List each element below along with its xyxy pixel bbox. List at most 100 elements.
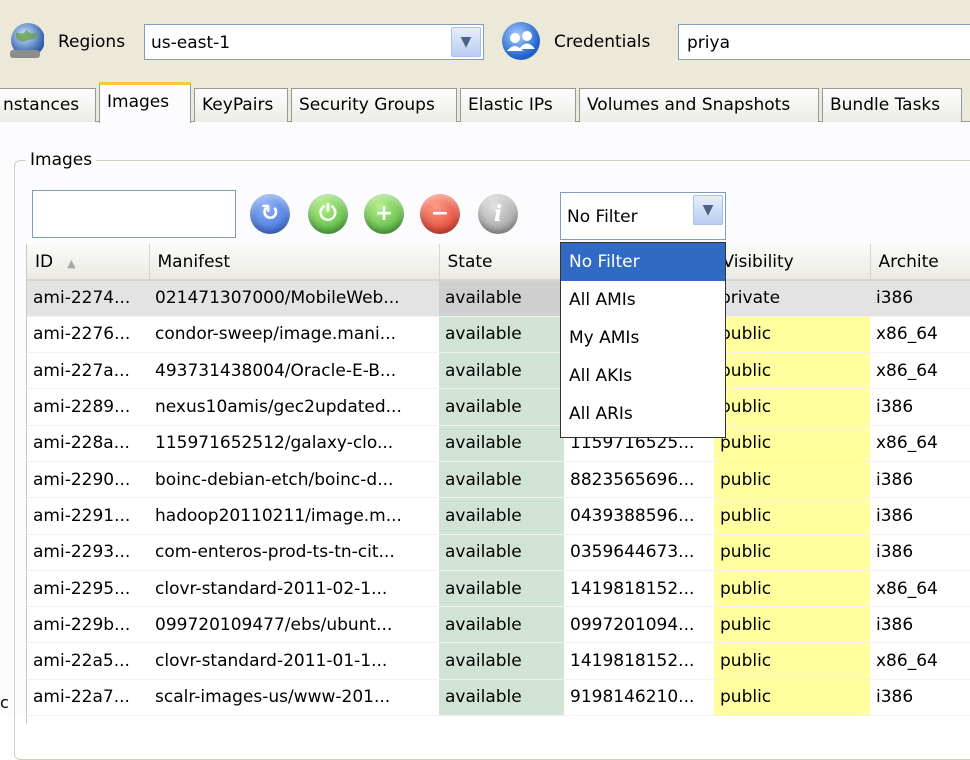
deregister-image-button[interactable]: − bbox=[420, 194, 460, 234]
credentials-icon bbox=[502, 22, 540, 60]
sort-ascending-icon: ▲ bbox=[67, 256, 76, 270]
filter-option[interactable]: All ARIs bbox=[561, 395, 725, 433]
table-row[interactable]: ami-22a5... clovr-standard-2011-01-1... av… bbox=[27, 642, 970, 680]
image-filter-select[interactable]: No Filter ▼ bbox=[560, 192, 726, 240]
cell-id: ami-22a5... bbox=[27, 642, 149, 680]
cell-state: available bbox=[439, 679, 564, 717]
table-row[interactable]: ami-2289... nexus10amis/gec2updated... ava… bbox=[27, 388, 970, 426]
filter-option[interactable]: No Filter bbox=[561, 243, 725, 281]
column-header-architecture[interactable]: Archite bbox=[870, 244, 970, 281]
credentials-field[interactable]: priya bbox=[678, 24, 970, 60]
cell-id: ami-2295... bbox=[27, 570, 149, 608]
cell-manifest: boinc-debian-etch/boinc-d... bbox=[149, 461, 439, 499]
filter-option[interactable]: All AMIs bbox=[561, 281, 725, 319]
launch-instance-button[interactable]: ⏻ bbox=[308, 194, 348, 234]
filter-dropdown-list: No Filter All AMIs My AMIs All AKIs All ARIs bbox=[560, 242, 726, 438]
table-row[interactable]: ami-22a7... scalr-images-us/www-201... ava… bbox=[27, 679, 970, 717]
minus-icon: − bbox=[430, 201, 450, 226]
column-header-state[interactable]: State bbox=[439, 244, 565, 281]
cell-state: available bbox=[439, 280, 564, 317]
table-row[interactable]: ami-2276... condor-sweep/image.mani... ava… bbox=[27, 316, 970, 354]
cell-manifest: com-enteros-prod-ts-tn-cit... bbox=[149, 534, 439, 571]
tab-volumes-and-snapshots[interactable]: Volumes and Snapshots bbox=[579, 88, 819, 122]
register-image-button[interactable]: + bbox=[364, 194, 404, 234]
tab-security-groups[interactable]: Security Groups bbox=[291, 88, 457, 122]
edge-letter: c bbox=[0, 693, 9, 712]
table-row[interactable]: ami-2290... boinc-debian-etch/boinc-d... a… bbox=[27, 461, 970, 499]
cell-architecture: i386 bbox=[870, 606, 970, 644]
cell-architecture: i386 bbox=[870, 497, 970, 535]
search-input[interactable] bbox=[32, 190, 236, 238]
refresh-button[interactable]: ↻ bbox=[250, 194, 290, 234]
image-info-button[interactable]: i bbox=[478, 194, 518, 234]
cell-architecture: i386 bbox=[870, 679, 970, 717]
table-row[interactable]: ami-228a... 115971652512/galaxy-clo... ava… bbox=[27, 425, 970, 462]
cell-manifest: nexus10amis/gec2updated... bbox=[149, 388, 439, 426]
cell-architecture: i386 bbox=[870, 388, 970, 426]
tab-images[interactable]: Images bbox=[99, 82, 191, 123]
cell-owner: 0997201094... bbox=[564, 606, 714, 644]
column-header-visibility[interactable]: Visibility bbox=[714, 244, 871, 281]
images-table: ID ▲ Manifest State Visibility Archite am… bbox=[26, 244, 970, 724]
filter-option[interactable]: All AKIs bbox=[561, 357, 725, 395]
cell-visibility: public bbox=[714, 679, 870, 717]
cell-owner: 8823565696... bbox=[564, 461, 714, 499]
cell-visibility: public bbox=[714, 570, 870, 608]
cell-state: available bbox=[439, 606, 564, 644]
cell-architecture: i386 bbox=[870, 461, 970, 499]
table-row[interactable]: ami-2291... hadoop20110211/image.m... avai… bbox=[27, 497, 970, 535]
table-row[interactable]: ami-2274... 021471307000/MobileWeb... avai… bbox=[27, 280, 970, 317]
cell-architecture: x86_64 bbox=[870, 570, 970, 608]
table-row[interactable]: ami-227a... 493731438004/Oracle-E-B... ava… bbox=[27, 352, 970, 390]
cell-visibility: public bbox=[714, 461, 870, 499]
table-row[interactable]: ami-229b... 099720109477/ebs/ubunt... avai… bbox=[27, 606, 970, 644]
tab-elastic-ips[interactable]: Elastic IPs bbox=[460, 88, 576, 122]
cell-manifest: clovr-standard-2011-02-1... bbox=[149, 570, 439, 608]
cell-visibility: public bbox=[714, 497, 870, 535]
tab-bundle-tasks[interactable]: Bundle Tasks bbox=[822, 88, 962, 122]
cell-architecture: i386 bbox=[870, 534, 970, 571]
region-select[interactable]: us-east-1 ▼ bbox=[144, 24, 484, 60]
cell-state: available bbox=[439, 534, 564, 571]
cell-architecture: i386 bbox=[870, 280, 970, 317]
chevron-down-icon[interactable]: ▼ bbox=[693, 195, 723, 225]
cell-id: ami-22a7... bbox=[27, 679, 149, 717]
cell-manifest: 021471307000/MobileWeb... bbox=[149, 280, 439, 317]
table-row[interactable]: ami-2293... com-enteros-prod-ts-tn-cit...… bbox=[27, 534, 970, 571]
refresh-icon: ↻ bbox=[260, 201, 280, 226]
chevron-down-icon[interactable]: ▼ bbox=[451, 27, 481, 57]
cell-id: ami-229b... bbox=[27, 606, 149, 644]
cell-architecture: x86_64 bbox=[870, 425, 970, 462]
cell-visibility: public bbox=[714, 425, 870, 462]
table-row[interactable]: ami-2295... clovr-standard-2011-02-1... av… bbox=[27, 570, 970, 608]
info-icon: i bbox=[493, 201, 503, 227]
images-group-title: Images bbox=[26, 148, 97, 172]
filter-option[interactable]: My AMIs bbox=[561, 319, 725, 357]
cell-id: ami-2291... bbox=[27, 497, 149, 535]
cell-state: available bbox=[439, 352, 564, 390]
cell-manifest: condor-sweep/image.mani... bbox=[149, 316, 439, 354]
cell-visibility: public bbox=[714, 352, 870, 390]
cell-id: ami-2293... bbox=[27, 534, 149, 571]
cell-architecture: x86_64 bbox=[870, 642, 970, 680]
tab-instances[interactable]: nstances bbox=[0, 88, 96, 122]
cell-manifest: 099720109477/ebs/ubunt... bbox=[149, 606, 439, 644]
cell-visibility: public bbox=[714, 534, 870, 571]
cell-visibility: public bbox=[714, 606, 870, 644]
tab-keypairs[interactable]: KeyPairs bbox=[194, 88, 288, 122]
cell-id: ami-2274... bbox=[27, 280, 149, 317]
cell-owner: 9198146210... bbox=[564, 679, 714, 717]
cell-manifest: 493731438004/Oracle-E-B... bbox=[149, 352, 439, 390]
power-icon: ⏻ bbox=[319, 201, 337, 226]
cell-state: available bbox=[439, 497, 564, 535]
column-header-id[interactable]: ID ▲ bbox=[27, 244, 150, 281]
cell-id: ami-227a... bbox=[27, 352, 149, 390]
cell-id: ami-2289... bbox=[27, 388, 149, 426]
cell-owner: 1419818152... bbox=[564, 642, 714, 680]
column-id-label: ID bbox=[35, 251, 54, 272]
cell-manifest: scalr-images-us/www-201... bbox=[149, 679, 439, 717]
filter-value: No Filter bbox=[567, 207, 638, 227]
column-header-manifest[interactable]: Manifest bbox=[149, 244, 440, 281]
plus-icon: + bbox=[374, 201, 394, 226]
cell-architecture: x86_64 bbox=[870, 352, 970, 390]
